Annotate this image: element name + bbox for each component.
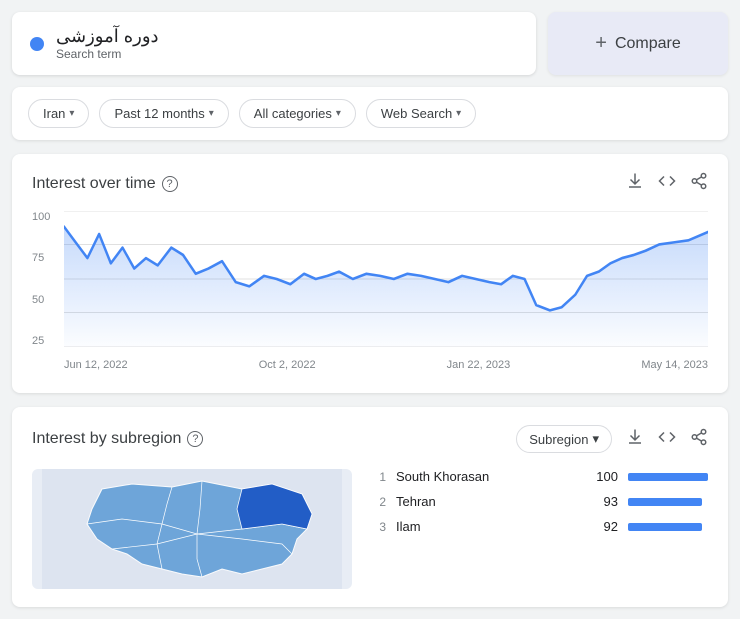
share-icon[interactable] — [690, 172, 708, 195]
region-bar-1 — [628, 473, 708, 481]
region-list: 1 South Khorasan 100 2 Tehran 93 3 — [372, 469, 708, 589]
chevron-down-icon: ▾ — [592, 431, 599, 447]
interest-over-time-card: Interest over time ? 100 75 50 25 — [12, 154, 728, 393]
compare-button[interactable]: + Compare — [548, 12, 728, 75]
region-rank-1: 1 — [372, 470, 386, 484]
x-label-1: Jun 12, 2022 — [64, 359, 128, 371]
chevron-down-icon: ▾ — [456, 108, 461, 119]
region-item-1: 1 South Khorasan 100 — [372, 469, 708, 484]
filter-search-type[interactable]: Web Search ▾ — [366, 99, 476, 128]
filter-category[interactable]: All categories ▾ — [239, 99, 356, 128]
y-label-50: 50 — [32, 294, 62, 306]
y-label-75: 75 — [32, 252, 62, 264]
search-term-label: Search term — [56, 47, 159, 61]
filter-category-label: All categories — [254, 106, 332, 121]
chevron-down-icon: ▾ — [336, 108, 341, 119]
search-term-card: دوره آموزشی Search term — [12, 12, 536, 75]
embed-region-icon[interactable] — [658, 428, 676, 451]
interest-by-subregion-card: Interest by subregion ? Subregion ▾ — [12, 407, 728, 607]
region-bar-bg-2 — [628, 498, 708, 506]
chevron-down-icon: ▾ — [209, 108, 214, 119]
region-bar-bg-3 — [628, 523, 708, 531]
iran-map — [32, 469, 352, 589]
compare-label: Compare — [615, 35, 681, 53]
region-name-3: Ilam — [396, 519, 580, 534]
subregion-button[interactable]: Subregion ▾ — [516, 425, 612, 453]
chart-area: 100 75 50 25 — [32, 211, 708, 371]
region-bar-bg-1 — [628, 473, 708, 481]
region-name-1: South Khorasan — [396, 469, 580, 484]
compare-plus-icon: + — [595, 32, 607, 55]
chart-svg — [64, 211, 708, 347]
region-value-2: 93 — [590, 494, 618, 509]
chart-actions — [626, 172, 708, 195]
region-rank-3: 3 — [372, 520, 386, 534]
chart-y-labels: 100 75 50 25 — [32, 211, 62, 347]
region-bar-3 — [628, 523, 702, 531]
help-icon-region[interactable]: ? — [187, 431, 203, 447]
region-item-3: 3 Ilam 92 — [372, 519, 708, 534]
subregion-label: Subregion — [529, 432, 588, 447]
region-value-3: 92 — [590, 519, 618, 534]
region-content: 1 South Khorasan 100 2 Tehran 93 3 — [32, 469, 708, 589]
search-term-value: دوره آموزشی — [56, 26, 159, 47]
region-actions: Subregion ▾ — [516, 425, 708, 453]
filter-timeframe-label: Past 12 months — [114, 106, 204, 121]
y-label-100: 100 — [32, 211, 62, 223]
search-term-dot — [30, 37, 44, 51]
y-label-25: 25 — [32, 335, 62, 347]
region-name-2: Tehran — [396, 494, 580, 509]
chevron-down-icon: ▾ — [69, 108, 74, 119]
region-item-2: 2 Tehran 93 — [372, 494, 708, 509]
x-label-3: Jan 22, 2023 — [447, 359, 511, 371]
chart-title-text: Interest over time — [32, 175, 156, 193]
x-label-4: May 14, 2023 — [641, 359, 708, 371]
filter-timeframe[interactable]: Past 12 months ▾ — [99, 99, 228, 128]
filter-search-type-label: Web Search — [381, 106, 452, 121]
share-region-icon[interactable] — [690, 428, 708, 451]
help-icon[interactable]: ? — [162, 176, 178, 192]
download-icon[interactable] — [626, 172, 644, 195]
embed-icon[interactable] — [658, 172, 676, 195]
download-region-icon[interactable] — [626, 428, 644, 451]
filter-country[interactable]: Iran ▾ — [28, 99, 89, 128]
chart-x-labels: Jun 12, 2022 Oct 2, 2022 Jan 22, 2023 Ma… — [64, 359, 708, 371]
region-title-text: Interest by subregion — [32, 430, 181, 448]
filter-country-label: Iran — [43, 106, 65, 121]
filter-row: Iran ▾ Past 12 months ▾ All categories ▾… — [12, 87, 728, 140]
region-bar-2 — [628, 498, 702, 506]
region-value-1: 100 — [590, 469, 618, 484]
region-title: Interest by subregion ? — [32, 430, 203, 448]
region-rank-2: 2 — [372, 495, 386, 509]
chart-title: Interest over time ? — [32, 175, 178, 193]
x-label-2: Oct 2, 2022 — [259, 359, 316, 371]
